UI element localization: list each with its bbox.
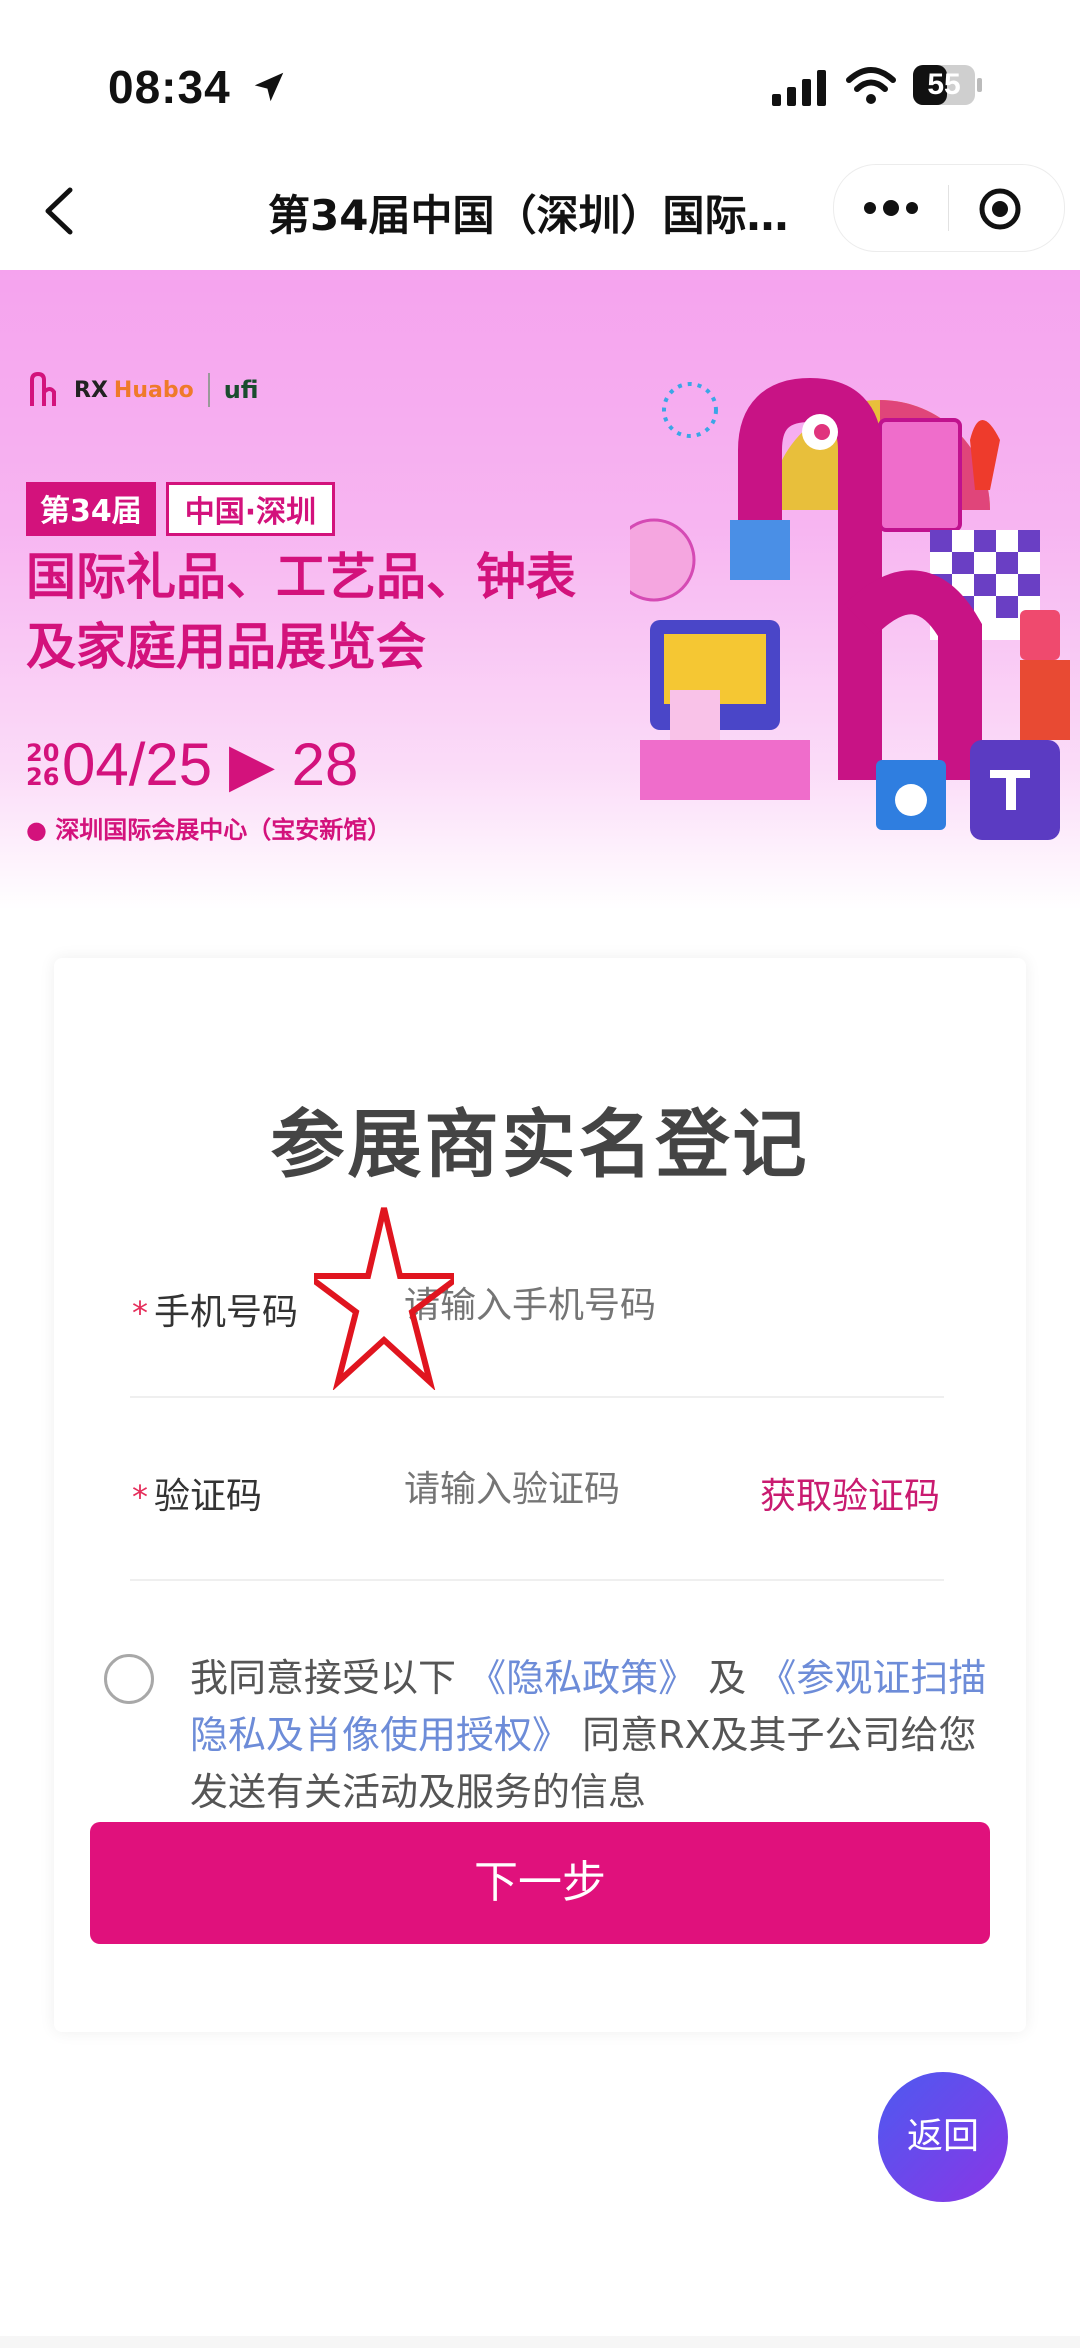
more-dots-icon[interactable] [862, 193, 920, 223]
banner-dates: 04/25 ▶ 28 [62, 731, 359, 798]
banner-date: 20 26 04/25 ▶ 28 [26, 730, 358, 800]
rx-logo: RX [74, 377, 108, 403]
ufi-logo: ufi [223, 376, 259, 404]
banner-title-line2: 及家庭用品展览会 [26, 618, 426, 676]
phone-input[interactable] [404, 1285, 744, 1326]
location-tag: 中国·深圳 [165, 482, 336, 536]
agreement-text: 我同意接受以下 《隐私政策》 及 《参观证扫描隐私及肖像使用授权》 同意RX及其… [190, 1650, 990, 1821]
banner-tags: 第34届 中国·深圳 [26, 482, 336, 536]
wifi-icon [846, 67, 896, 104]
banner-year: 20 26 [26, 739, 60, 791]
agree-prefix: 我同意接受以下 [190, 1656, 457, 1700]
battery-icon: 55 [912, 64, 984, 106]
back-chevron-icon[interactable] [40, 186, 80, 236]
phone-label-text: 手机号码 [154, 1292, 299, 1333]
event-banner: RX Huabo ufi 第34届 中国·深圳 国际礼品、工艺品、钟表 及家庭用… [0, 270, 1080, 910]
page-title: 第34届中国（深圳）国际… [268, 191, 789, 240]
banner-title-line1: 国际礼品、工艺品、钟表 [26, 548, 576, 606]
capsule-divider [948, 185, 949, 231]
agree-checkbox[interactable] [104, 1654, 154, 1704]
location-arrow-icon [254, 72, 284, 102]
gh-logo-icon [30, 371, 56, 406]
banner-venue: ● 深圳国际会展中心（宝安新馆） [26, 810, 391, 845]
star-annotation-icon [314, 1207, 454, 1390]
code-label: * 验证码 [132, 1467, 262, 1519]
code-divider [130, 1579, 944, 1581]
required-mark-code: * [132, 1478, 148, 1516]
form-title: 参展商实名登记 [270, 1102, 810, 1188]
close-target-icon[interactable] [978, 187, 1022, 231]
required-mark: * [132, 1294, 148, 1332]
code-label-text: 验证码 [154, 1476, 263, 1517]
phone-divider [130, 1396, 944, 1398]
cellular-signal-icon [772, 70, 826, 106]
status-bar: 08:34 55 [0, 0, 1080, 170]
banner-logos: RX Huabo ufi [26, 370, 259, 410]
venue-text: 深圳国际会展中心（宝安新馆） [55, 816, 392, 844]
edition-tag: 第34届 [26, 482, 156, 536]
get-code-button[interactable]: 获取验证码 [760, 1467, 940, 1519]
privacy-policy-link[interactable]: 《隐私政策》 [468, 1656, 696, 1700]
miniprogram-capsule [833, 164, 1065, 252]
next-step-button[interactable]: 下一步 [90, 1822, 990, 1944]
back-floating-button[interactable]: 返回 [878, 2072, 1008, 2202]
code-input[interactable] [404, 1469, 704, 1510]
agree-and: 及 [708, 1656, 747, 1700]
huabo-logo: Huabo [113, 377, 194, 403]
phone-label: * 手机号码 [132, 1283, 298, 1335]
banner-illustration [630, 377, 1070, 840]
pin-icon: ● [26, 816, 47, 844]
bottom-bar [0, 2336, 1080, 2348]
battery-level: 55 [927, 68, 961, 101]
status-time: 08:34 [108, 61, 231, 113]
banner-title: 国际礼品、工艺品、钟表 及家庭用品展览会 [26, 542, 576, 682]
